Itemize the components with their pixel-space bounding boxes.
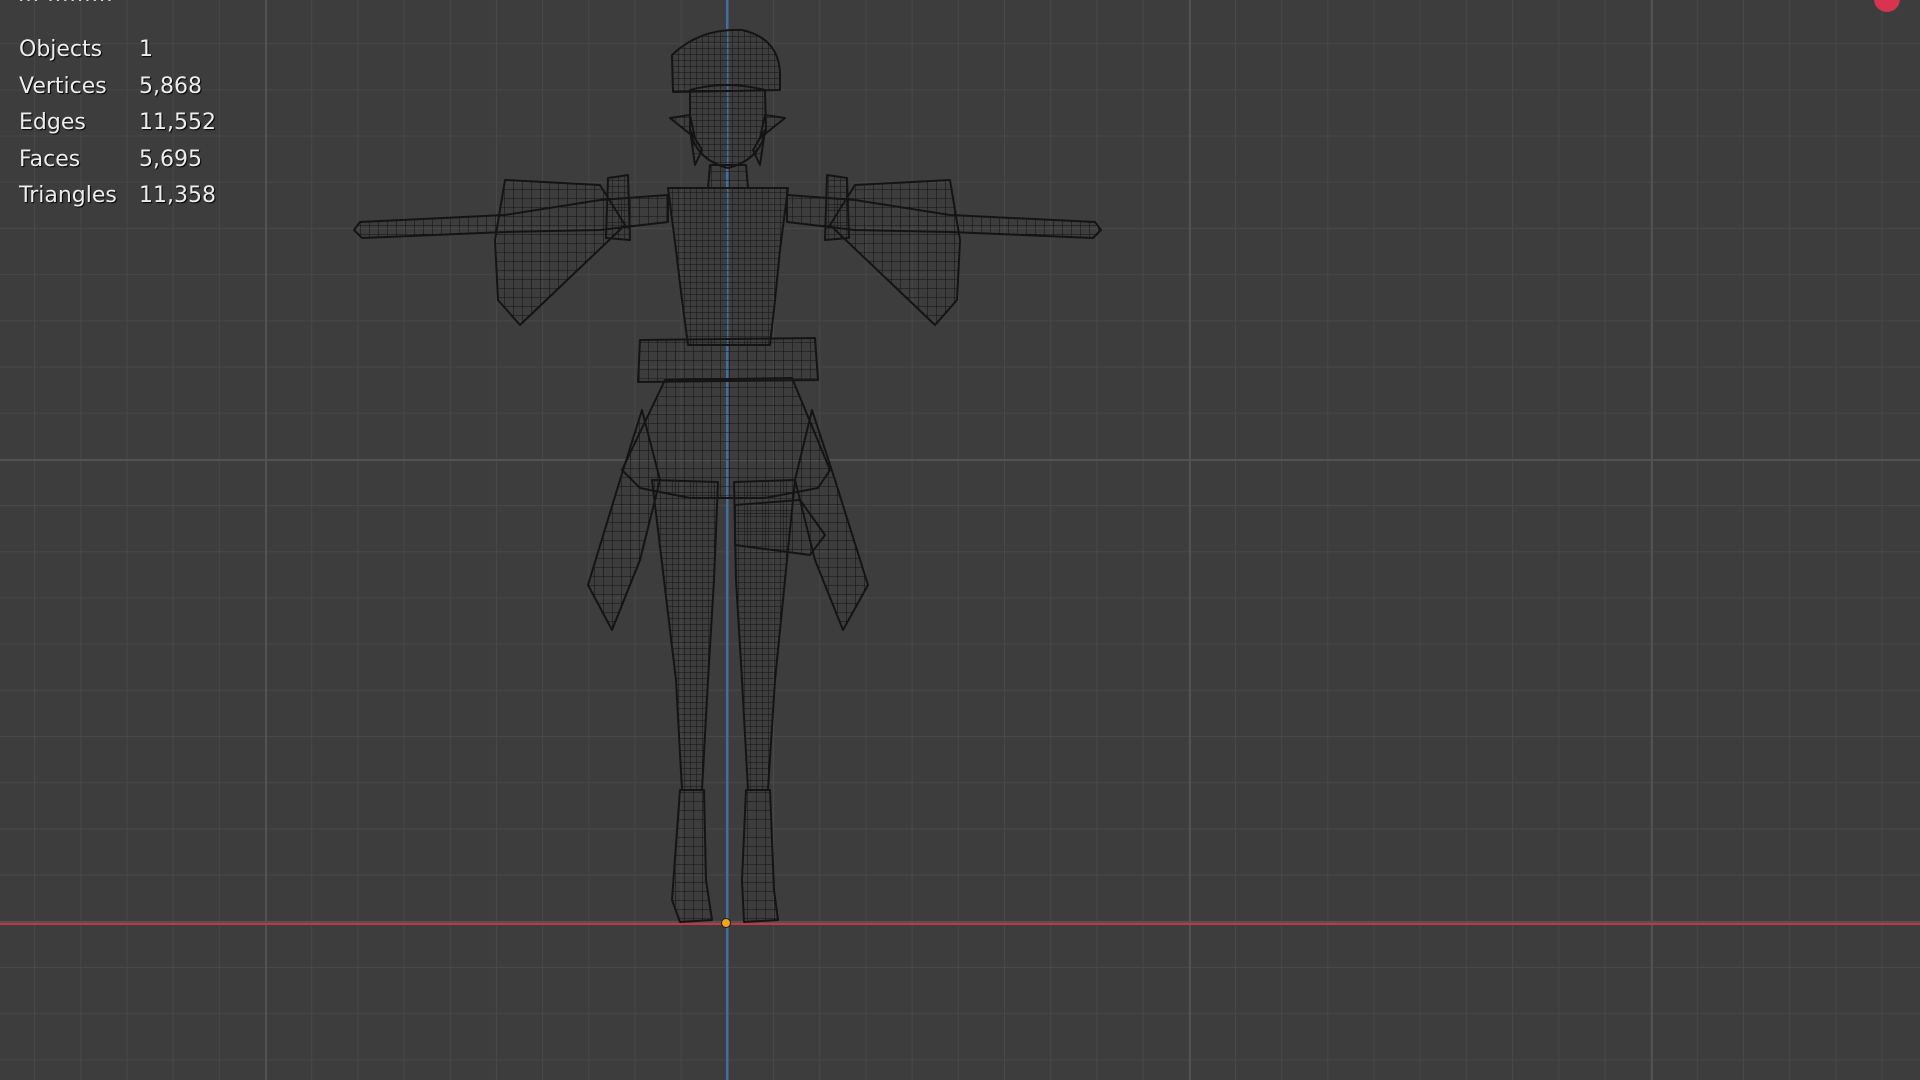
character-wireframe-mesh[interactable] (0, 0, 1920, 1080)
stat-row-edges: Edges 11,552 (19, 105, 216, 142)
stat-value: 5,868 (139, 73, 202, 99)
stat-value: 11,358 (139, 183, 216, 208)
belt (637, 337, 819, 383)
statistics-overlay: Objects 1 Vertices 5,868 Edges 11,552 Fa… (19, 32, 216, 215)
right-boot (741, 789, 779, 923)
stat-label: Objects (19, 37, 103, 62)
stat-label: Faces (19, 146, 81, 172)
left-boot (671, 789, 713, 923)
stat-label: Edges (19, 110, 86, 135)
torso (667, 187, 789, 346)
hat (671, 28, 781, 93)
stat-row-faces: Faces 5,695 (19, 142, 216, 179)
origin-point-icon[interactable] (721, 918, 731, 928)
stat-row-vertices: Vertices 5,868 (19, 69, 216, 106)
stat-row-triangles: Triangles 11,358 (19, 178, 216, 215)
stat-label: Triangles (19, 183, 117, 208)
stat-value: 5,695 (139, 146, 202, 172)
stat-row-objects: Objects 1 (19, 32, 216, 69)
stat-value: 1 (139, 37, 153, 62)
left-leg (651, 479, 719, 791)
stat-value: 11,552 (139, 110, 216, 135)
3d-viewport[interactable]: ··· ········· Objects 1 Vertices 5,868 E… (0, 0, 1920, 1080)
stat-label: Vertices (19, 73, 107, 99)
